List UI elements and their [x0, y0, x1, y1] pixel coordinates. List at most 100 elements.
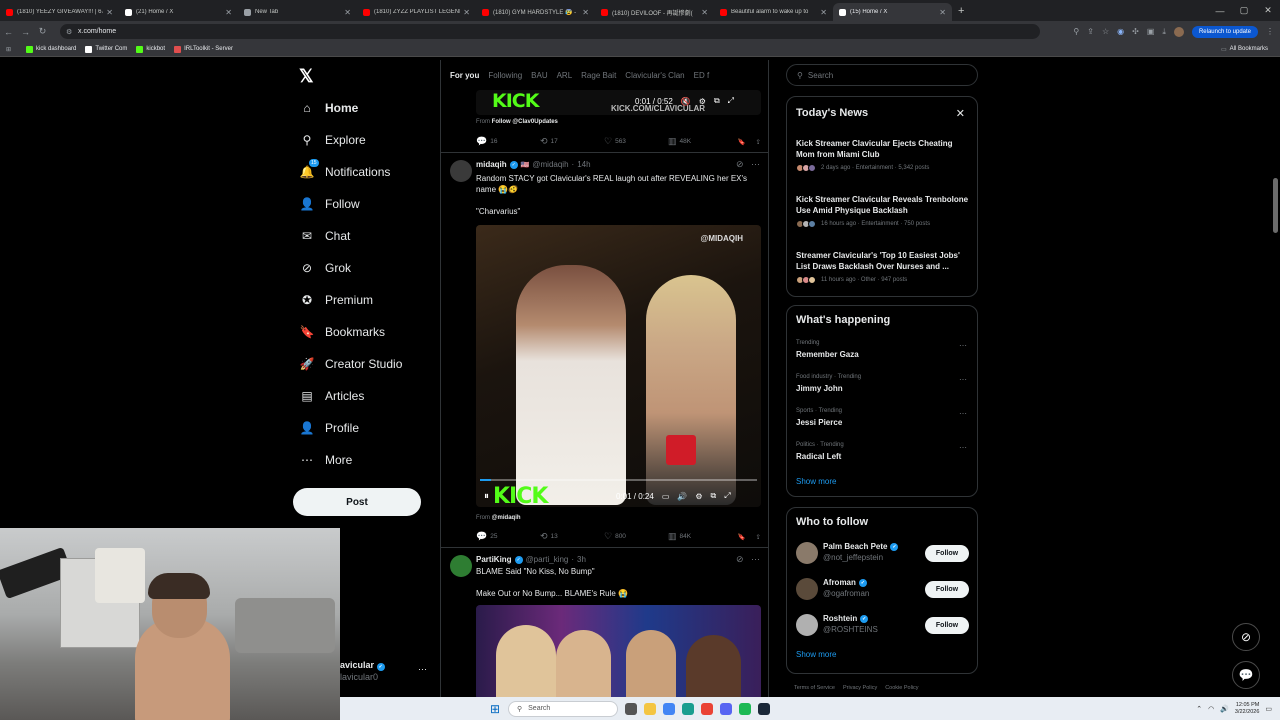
all-bookmarks-button[interactable]: ▭ All Bookmarks: [1221, 46, 1268, 53]
avatar[interactable]: [796, 542, 818, 564]
browser-tab[interactable]: (1810) DEVILOOF - 再誕惨劇(✕: [595, 3, 714, 21]
steam-icon[interactable]: [758, 702, 770, 715]
trend-more-icon[interactable]: ⋯: [959, 341, 967, 350]
timeline-tab[interactable]: BAU: [531, 71, 547, 80]
volume-icon[interactable]: 🔊: [677, 492, 687, 501]
bookmark-item[interactable]: kick dashboard: [26, 45, 76, 53]
tweet-image[interactable]: [476, 605, 761, 700]
grok-fab-icon[interactable]: ⊘: [1232, 623, 1260, 651]
footer-link[interactable]: Cookie Policy: [885, 685, 918, 691]
close-tab-icon[interactable]: ✕: [106, 8, 113, 17]
timeline-tab[interactable]: Clavicular's Clan: [625, 71, 684, 80]
trend-more-icon[interactable]: ⋯: [959, 375, 967, 384]
trend-name[interactable]: Jimmy John: [796, 384, 843, 393]
nav-item-articles[interactable]: ▤ Articles: [299, 386, 364, 406]
avatar[interactable]: [796, 578, 818, 600]
search-input[interactable]: ⚲ Search: [786, 64, 978, 86]
nav-item-grok[interactable]: ⊘ Grok: [299, 258, 351, 278]
show-more-link[interactable]: Show more: [796, 650, 836, 659]
volume-tray-icon[interactable]: 🔊: [1220, 705, 1229, 713]
avatar[interactable]: [450, 555, 472, 577]
nav-item-chat[interactable]: ✉ Chat: [299, 226, 350, 246]
avatar[interactable]: [796, 614, 818, 636]
trend-name[interactable]: Remember Gaza: [796, 350, 859, 359]
explorer-icon[interactable]: [644, 702, 656, 715]
browser-tab[interactable]: (15) Home / X ✕: [833, 3, 952, 21]
spotify-icon[interactable]: [739, 702, 751, 715]
reply-button[interactable]: 💬 25: [476, 531, 540, 542]
reload-icon[interactable]: ↻: [34, 26, 51, 37]
timeline-tab[interactable]: ED f: [694, 71, 710, 80]
wifi-icon[interactable]: ◠: [1208, 705, 1214, 713]
pip-icon[interactable]: ⧉: [714, 96, 720, 106]
close-window-icon[interactable]: ✕: [1256, 5, 1280, 16]
notifications-tray-icon[interactable]: ▭: [1265, 705, 1272, 713]
follow-button[interactable]: Follow: [925, 581, 969, 598]
nav-item-creator-studio[interactable]: 🚀 Creator Studio: [299, 354, 403, 374]
timeline-tab[interactable]: For you: [450, 71, 479, 80]
avatar[interactable]: [450, 160, 472, 182]
grok-icon[interactable]: ⊘: [736, 554, 744, 565]
views-button[interactable]: ▥ 48K: [668, 136, 732, 147]
new-tab-button[interactable]: +: [958, 5, 964, 17]
from-user-link[interactable]: @midaqih: [492, 515, 521, 521]
discord-icon[interactable]: [720, 702, 732, 715]
repost-button[interactable]: ⟲ 13: [540, 531, 604, 542]
trend-name[interactable]: Radical Left: [796, 452, 841, 461]
video-progress[interactable]: [480, 479, 757, 481]
forward-icon[interactable]: →: [17, 27, 34, 37]
close-tab-icon[interactable]: ✕: [463, 8, 470, 17]
timeline-tab[interactable]: Rage Bait: [581, 71, 616, 80]
close-tab-icon[interactable]: ✕: [225, 8, 232, 17]
follow-button[interactable]: Follow: [925, 545, 969, 562]
chrome-icon[interactable]: [663, 702, 675, 715]
pip-icon[interactable]: ⧉: [711, 491, 717, 501]
grok-icon[interactable]: ⊘: [736, 159, 744, 170]
close-icon[interactable]: ✕: [956, 107, 965, 120]
extension-icon[interactable]: ◉: [1117, 27, 1124, 36]
follow-suggestion-name[interactable]: Palm Beach Pete ✓: [823, 542, 899, 551]
video-player[interactable]: @MIDAQIH ⏸ KICK 0:01 / 0:24 ▭ 🔊 ⚙ ⧉ ⤢: [476, 225, 761, 507]
tray-expand-icon[interactable]: ⌃: [1196, 705, 1202, 713]
post-button[interactable]: Post: [293, 488, 421, 516]
trend-more-icon[interactable]: ⋯: [959, 443, 967, 452]
account-more-icon[interactable]: ⋯: [418, 664, 427, 675]
captions-icon[interactable]: ▭: [662, 492, 670, 501]
browser-tab[interactable]: Beautiful alarm to wake up to ✕: [714, 3, 833, 21]
footer-link[interactable]: Privacy Policy: [843, 685, 877, 691]
page-scrollbar[interactable]: [1273, 60, 1278, 700]
edge-icon[interactable]: [682, 702, 694, 715]
browser-tab[interactable]: (1810) ZYZZ PLAYLIST LEGEND ✕: [357, 3, 476, 21]
nav-item-bookmarks[interactable]: 🔖 Bookmarks: [299, 322, 386, 342]
news-headline[interactable]: Kick Streamer Clavicular Reveals Trenbol…: [796, 194, 971, 216]
trend-name[interactable]: Jessi Pierce: [796, 418, 842, 427]
tweet-author[interactable]: PartiKing ✓ @parti_king · 3h: [476, 555, 586, 564]
zoom-icon[interactable]: ⚲: [1073, 27, 1079, 36]
follow-button[interactable]: Follow: [925, 617, 969, 634]
close-tab-icon[interactable]: ✕: [939, 8, 946, 17]
footer-link[interactable]: Terms of Service: [794, 685, 835, 691]
close-tab-icon[interactable]: ✕: [820, 8, 827, 17]
bookmark-item[interactable]: kickbot: [136, 45, 165, 53]
browser-tab[interactable]: (1810) YEEZY GIVEAWAY!!! | 67 ✕: [0, 3, 119, 21]
follow-suggestion-name[interactable]: Roshtein ✓: [823, 614, 869, 623]
pause-icon[interactable]: ⏸: [484, 491, 489, 502]
profile-avatar[interactable]: [1173, 26, 1184, 37]
sidebar-toggle-icon[interactable]: ▣: [1147, 27, 1155, 36]
task-view-icon[interactable]: [625, 702, 637, 715]
tweet-more-icon[interactable]: ⋯: [751, 159, 760, 170]
scrollbar-thumb[interactable]: [1273, 178, 1278, 233]
puzzle-icon[interactable]: ✣: [1132, 27, 1139, 36]
share-tweet-icon[interactable]: ⇪: [756, 138, 761, 146]
close-tab-icon[interactable]: ✕: [701, 8, 708, 17]
nav-item-explore[interactable]: ⚲ Explore: [299, 130, 366, 150]
clock[interactable]: 12:05 PM 3/22/2026: [1235, 702, 1259, 716]
share-icon[interactable]: ⇪: [1087, 27, 1094, 36]
menu-icon[interactable]: ⋮: [1266, 27, 1274, 36]
timeline-tab[interactable]: Following: [488, 71, 522, 80]
reply-button[interactable]: 💬 16: [476, 136, 540, 147]
site-info-icon[interactable]: ⚙: [66, 28, 72, 36]
browser-tab[interactable]: (1810) GYM HARDSTYLE 😰 - ✕: [476, 3, 595, 21]
bookmark-tweet-icon[interactable]: 🔖: [737, 138, 745, 146]
nav-item-follow[interactable]: 👤 Follow: [299, 194, 360, 214]
